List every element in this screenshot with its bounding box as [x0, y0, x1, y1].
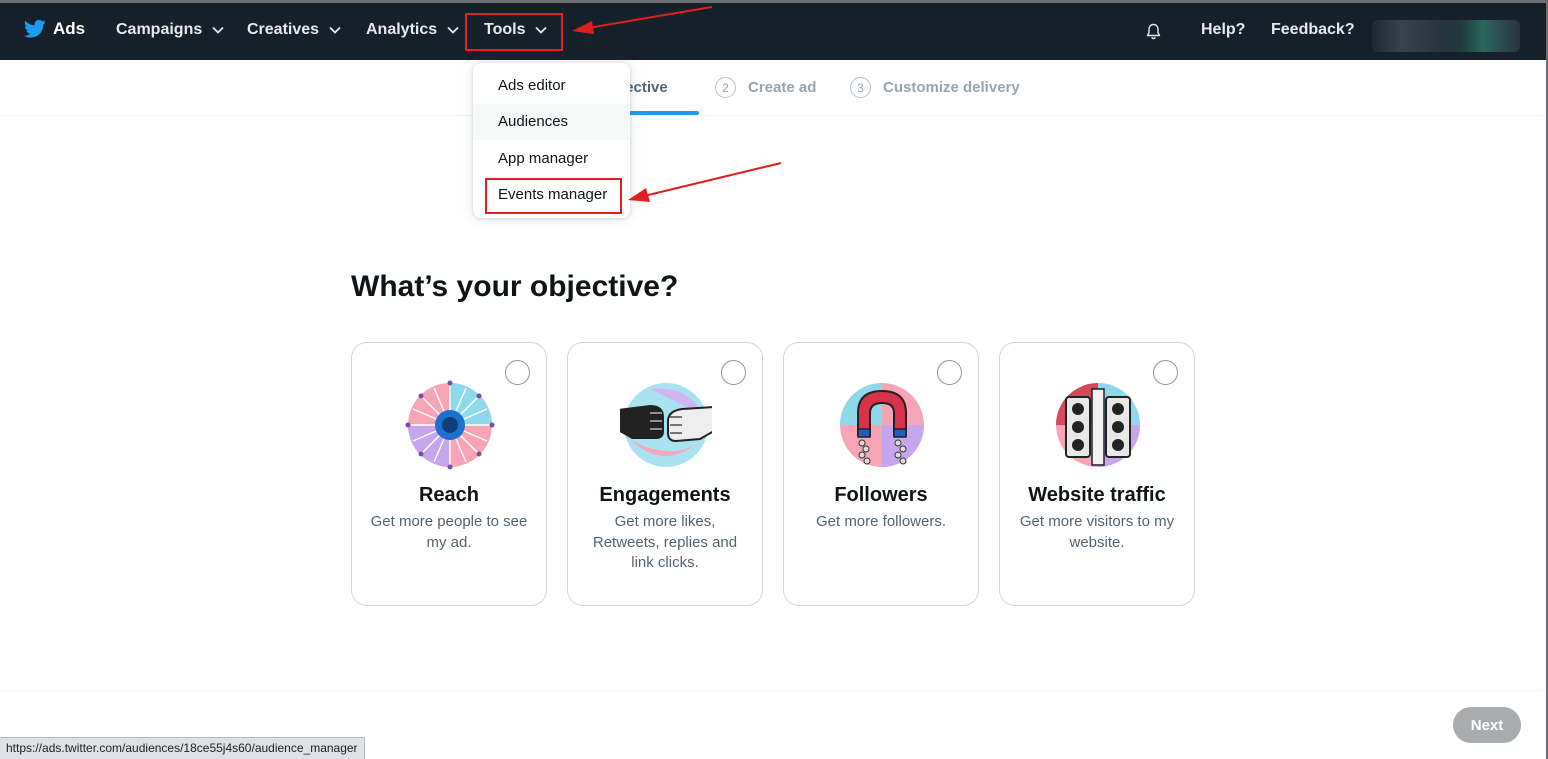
step-create-ad-label: Create ad [748, 79, 817, 96]
menu-item-audiences[interactable]: Audiences [473, 103, 630, 140]
brand-name: Ads [53, 19, 86, 38]
objective-title: Website traffic [1028, 484, 1166, 506]
objective-description: Get more likes, Retweets, replies and li… [592, 513, 738, 571]
objective-card-website-traffic[interactable]: Website traffic Get more visitors to my … [999, 342, 1195, 606]
objective-radio[interactable] [505, 360, 530, 385]
help-link[interactable]: Help? [1201, 21, 1245, 39]
twitter-bird-icon [24, 19, 46, 38]
objective-card-engagements[interactable]: Engagements Get more likes, Retweets, re… [567, 342, 763, 606]
nav-campaigns[interactable]: Campaigns [116, 21, 224, 39]
step-number: 2 [715, 77, 736, 98]
objective-radio[interactable] [1153, 360, 1178, 385]
chevron-down-icon [212, 26, 224, 34]
account-switcher-blurred[interactable] [1372, 20, 1520, 52]
feedback-link[interactable]: Feedback? [1271, 21, 1355, 39]
next-button[interactable]: Next [1453, 707, 1521, 743]
reach-illustration-icon [405, 380, 495, 470]
step-customize-delivery-label: Customize delivery [883, 79, 1020, 96]
chevron-down-icon [447, 26, 459, 34]
objective-card-reach[interactable]: Reach Get more people to see my ad. [351, 342, 547, 606]
brand-logo[interactable]: Ads [24, 19, 85, 39]
objective-description: Get more visitors to my website. [1019, 513, 1175, 551]
bell-icon [1146, 23, 1161, 40]
nav-creatives[interactable]: Creatives [247, 21, 341, 39]
menu-item-app-manager[interactable]: App manager [473, 140, 630, 177]
traffic-light-illustration-icon [1056, 383, 1140, 467]
footer-divider [0, 690, 1548, 691]
objective-radio[interactable] [721, 360, 746, 385]
objective-card-followers[interactable]: Followers Get more followers. [783, 342, 979, 606]
nav-campaigns-label: Campaigns [116, 21, 203, 38]
events-manager-highlight-box [485, 178, 622, 214]
fist-bump-illustration-icon [620, 383, 712, 467]
step-number: 3 [850, 77, 871, 98]
campaign-steps-bar: jective 2 Create ad 3 Customize delivery [0, 60, 1548, 116]
objective-radio[interactable] [937, 360, 962, 385]
magnet-illustration-icon [840, 383, 924, 467]
objective-description: Get more followers. [815, 513, 947, 530]
objective-title: Engagements [599, 484, 731, 506]
notifications-button[interactable] [1146, 23, 1161, 45]
browser-status-url: https://ads.twitter.com/audiences/18ce55… [0, 737, 365, 759]
objective-title: Followers [834, 484, 928, 506]
objective-description: Get more people to see my ad. [370, 513, 528, 551]
nav-analytics-label: Analytics [366, 21, 438, 38]
step-create-ad[interactable]: 2 Create ad [715, 77, 816, 98]
objective-title: Reach [418, 484, 480, 506]
tools-highlight-box [465, 13, 563, 51]
chevron-down-icon [329, 26, 341, 34]
annotation-arrow-events-manager [628, 162, 782, 202]
page-title: What’s your objective? [351, 270, 679, 303]
nav-creatives-label: Creatives [247, 21, 320, 38]
top-navigation-bar: Ads Campaigns Creatives Analytics Tools … [0, 0, 1548, 60]
menu-item-ads-editor[interactable]: Ads editor [473, 67, 630, 104]
help-label: Help? [1201, 21, 1246, 38]
feedback-label: Feedback? [1271, 21, 1355, 38]
nav-analytics[interactable]: Analytics [366, 21, 459, 39]
step-customize-delivery[interactable]: 3 Customize delivery [850, 77, 1020, 98]
